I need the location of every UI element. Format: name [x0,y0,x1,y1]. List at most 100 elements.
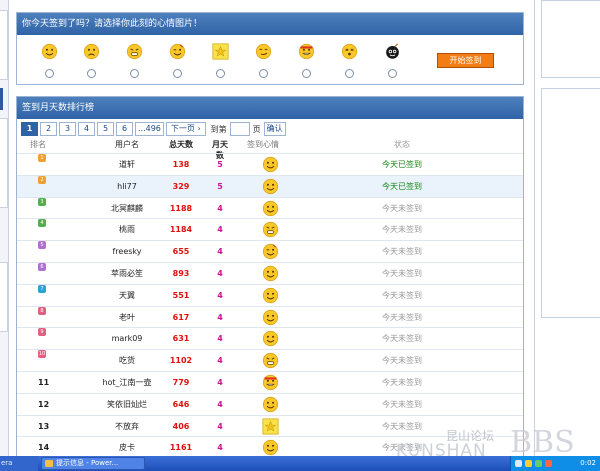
cell-user[interactable]: 不放弃 [77,416,177,437]
cell-total: 893 [172,269,190,278]
cell-month: 4 [217,203,223,213]
tray-network-icon[interactable] [515,460,522,467]
table-row: 2 hli77 329 5 今天已签到 [17,174,523,197]
tray-security-icon[interactable] [535,460,542,467]
cell-mood [249,416,279,435]
mood-radio-upset[interactable] [129,69,139,78]
cell-user[interactable]: 天翼 [77,285,177,306]
table-row: 7 天翼 551 4 今天未签到 [17,283,523,306]
goto-label: 到第 [210,124,227,134]
taskbar-window-label: 提示信息 - Power... [56,459,119,467]
tray-alert-icon[interactable] [545,460,552,467]
tray-volume-icon[interactable] [525,460,532,467]
cell-mood [249,263,279,282]
cell-user[interactable]: mark09 [77,328,177,349]
page-button-7[interactable]: ...496 [135,122,164,136]
mood-radio-bomb[interactable] [387,69,397,78]
mood-option-cool[interactable] [294,43,318,78]
header-status: 状态 [394,140,410,149]
mood-option-bomb[interactable] [380,43,404,78]
cell-user[interactable]: 吃货 [77,350,177,371]
happy-face-icon [37,43,61,63]
table-row: 3 北冥麒麟 1188 4 今天未签到 [17,196,523,219]
page-button-4[interactable]: 4 [78,122,95,136]
cell-total: 779 [172,378,190,387]
happy-face-icon [262,156,279,173]
cell-user[interactable]: 笑依旧灿烂 [77,394,177,415]
page-button-5[interactable]: 5 [97,122,114,136]
cell-status: 今天未签到 [382,312,422,322]
mood-radio-wink[interactable] [172,69,182,78]
happy-face-icon [262,396,279,413]
cell-mood [249,219,279,238]
cell-user[interactable]: 北冥麒麟 [77,198,177,219]
cell-status: 今天未签到 [382,203,422,213]
confirm-page-button[interactable]: 确认 [263,122,286,136]
rank-badge: 2 [38,175,46,184]
page-button-1[interactable]: 1 [21,122,38,136]
dizzy-face-icon [337,43,361,63]
cell-user[interactable]: 道轩 [77,154,177,175]
start-signin-button[interactable]: 开始签到 [437,53,494,68]
mood-radio-star[interactable] [215,69,225,78]
cell-total: 551 [172,290,190,300]
ranking-panel: 签到月天数排行榜 1 2 3 4 5 6 ...496 下一页 › 到第页确认 排名 用户名 总… [16,96,524,456]
mood-option-wink[interactable] [165,43,189,78]
table-row: 1 道轩 138 5 今天已签到 [17,153,523,175]
cell-status: 今天已签到 [382,181,422,191]
cell-user[interactable]: 桃雨 [77,219,177,240]
mood-radio-dizzy[interactable] [344,69,354,78]
mood-radio-happy[interactable] [44,69,54,78]
cell-status: 今天未签到 [382,356,422,366]
table-row: 8 老叶 617 4 今天未签到 [17,305,523,328]
cool-face-icon [294,43,318,63]
mood-option-happy[interactable] [37,43,61,78]
cell-user[interactable]: hli77 [77,176,177,197]
star-face-icon [208,43,232,63]
mood-option-sad[interactable] [79,43,103,78]
page-button-2[interactable]: 2 [40,122,57,136]
cell-total: 1188 [169,203,193,213]
cell-user[interactable]: freesky [77,241,177,262]
cell-mood [249,198,279,216]
rank-badge: 8 [38,306,46,315]
cell-user[interactable]: 老叶 [77,307,177,328]
page-label: 页 [252,124,261,134]
taskbar-window-button[interactable]: 提示信息 - Power... [41,457,145,470]
page-button-6[interactable]: 6 [116,122,133,136]
left-sidebar-edge [0,0,9,456]
mood-radio-sad[interactable] [86,69,96,78]
ranking-title: 签到月天数排行榜 [17,97,523,119]
cell-status: 今天未签到 [382,421,422,431]
mood-radio-cool[interactable] [301,69,311,78]
cell-user[interactable]: hot_江南一壶 [77,372,177,393]
cell-status: 今天未签到 [382,290,422,300]
happy-face-icon [262,178,279,195]
mood-option-dizzy[interactable] [337,43,361,78]
signin-panel: 你今天签到了吗？请选择你此刻的心情图片！ 开始签到 [16,12,524,85]
rank-badge: 10 [38,350,46,359]
header-total: 总天数 [169,140,193,149]
cell-mood [249,437,279,456]
cell-month: 4 [217,421,223,431]
table-header: 排名 用户名 总天数 月天数 签到心情 状态 [17,139,523,160]
wink-face-icon [165,43,189,63]
mood-radio-sly[interactable] [258,69,268,78]
page-button-3[interactable]: 3 [59,122,76,136]
mood-option-star[interactable] [208,43,232,78]
taskbar-left-label: era [0,456,38,471]
rank-badge: 6 [38,263,46,271]
next-page-button[interactable]: 下一页 › [165,122,206,136]
cell-user[interactable]: 苹雨必笙 [77,263,177,284]
upset-face-icon [262,352,279,369]
rank-badge: 7 [38,284,46,293]
mood-option-upset[interactable] [122,43,146,78]
header-rank: 排名 [30,140,46,149]
mood-option-sly[interactable] [251,43,275,78]
page-number-input[interactable] [229,122,250,136]
table-row: 4 桃雨 1184 4 今天未签到 [17,218,523,240]
signin-title: 你今天签到了吗？请选择你此刻的心情图片！ [17,13,523,35]
upset-face-icon [122,43,146,63]
cell-status: 今天未签到 [382,378,422,387]
cell-month: 5 [217,160,223,169]
